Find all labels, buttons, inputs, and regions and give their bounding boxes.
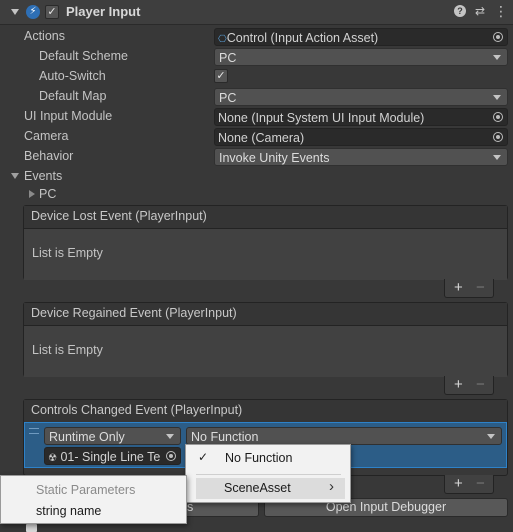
- default-map-dropdown[interactable]: PC: [214, 88, 508, 106]
- presets-icon[interactable]: ⇄: [474, 5, 486, 17]
- component-title: Player Input: [66, 4, 141, 19]
- device-lost-empty: List is Empty: [32, 246, 103, 260]
- foldout-arrow-icon[interactable]: [11, 9, 19, 15]
- object-picker-icon[interactable]: [166, 451, 176, 461]
- scene-object-icon: ☢: [48, 453, 57, 464]
- device-regained-title: Device Regained Event (PlayerInput): [24, 303, 507, 326]
- behavior-label: Behavior: [24, 149, 74, 163]
- scene-asset-submenu: Static Parameters string name: [0, 475, 187, 524]
- actions-value: Control (Input Action Asset): [226, 31, 379, 45]
- object-picker-icon[interactable]: [493, 132, 503, 142]
- device-regained-event: Device Regained Event (PlayerInput) List…: [23, 302, 508, 377]
- camera-label: Camera: [24, 129, 69, 143]
- target-object-field[interactable]: ☢ 01- Single Line Te: [44, 447, 181, 465]
- menu-item-string-name[interactable]: string name: [36, 504, 101, 518]
- component-header: ⚡ ✓ Player Input ? ⇄ ⋮: [0, 0, 513, 25]
- events-foldout-icon[interactable]: [11, 173, 19, 179]
- default-scheme-dropdown[interactable]: PC: [214, 48, 508, 66]
- default-scheme-label: Default Scheme: [39, 49, 128, 63]
- pc-foldout-icon[interactable]: [29, 190, 35, 198]
- static-parameters-header: Static Parameters: [36, 483, 136, 497]
- next-component-checkbox[interactable]: [26, 524, 37, 532]
- device-lost-title: Device Lost Event (PlayerInput): [24, 206, 507, 229]
- object-picker-icon[interactable]: [493, 112, 503, 122]
- chevron-down-icon: [493, 155, 501, 160]
- pc-group-label[interactable]: PC: [39, 184, 56, 204]
- controls-changed-add-remove: + −: [444, 475, 494, 494]
- ui-input-module-value: None (Input System UI Input Module): [218, 111, 425, 125]
- menu-check-icon: ✓: [198, 450, 209, 464]
- actions-field[interactable]: ⎔Control (Input Action Asset): [214, 28, 508, 46]
- chevron-down-icon: [166, 434, 174, 439]
- auto-switch-label: Auto-Switch: [39, 69, 106, 83]
- more-options-icon[interactable]: ⋮: [494, 4, 508, 18]
- default-scheme-value: PC: [219, 51, 237, 65]
- lightning-icon: ⚡: [26, 5, 40, 19]
- ui-input-module-field[interactable]: None (Input System UI Input Module): [214, 108, 508, 126]
- help-icon[interactable]: ?: [454, 5, 466, 17]
- input-asset-icon: ⎔: [218, 34, 227, 45]
- camera-value: None (Camera): [218, 131, 305, 145]
- function-menu: ✓ No Function SceneAsset ›: [185, 444, 351, 503]
- remove-icon: −: [476, 279, 485, 296]
- menu-separator: [196, 474, 341, 475]
- scene-asset-label: SceneAsset: [224, 481, 291, 495]
- device-lost-add-remove: + −: [444, 279, 494, 298]
- default-map-label: Default Map: [39, 89, 107, 103]
- remove-icon: −: [476, 475, 485, 492]
- function-dropdown[interactable]: No Function: [186, 427, 502, 445]
- ui-input-module-label: UI Input Module: [24, 109, 113, 123]
- behavior-value: Invoke Unity Events: [219, 151, 330, 165]
- submenu-arrow-icon: ›: [329, 478, 334, 495]
- behavior-dropdown[interactable]: Invoke Unity Events: [214, 148, 508, 166]
- add-icon[interactable]: +: [454, 279, 463, 296]
- add-icon[interactable]: +: [454, 475, 463, 492]
- device-regained-add-remove: + −: [444, 376, 494, 395]
- chevron-down-icon: [493, 95, 501, 100]
- call-state-dropdown[interactable]: Runtime Only: [44, 427, 181, 445]
- default-map-value: PC: [219, 91, 237, 105]
- auto-switch-checkbox[interactable]: ✓: [214, 69, 228, 83]
- add-icon[interactable]: +: [454, 376, 463, 393]
- menu-item-scene-asset[interactable]: SceneAsset ›: [196, 478, 345, 499]
- chevron-down-icon: [487, 434, 495, 439]
- function-value: No Function: [191, 430, 259, 444]
- drag-handle-icon[interactable]: [29, 428, 39, 434]
- device-regained-empty: List is Empty: [32, 343, 103, 357]
- controls-changed-title: Controls Changed Event (PlayerInput): [24, 400, 507, 423]
- events-label[interactable]: Events: [24, 166, 62, 186]
- device-lost-event: Device Lost Event (PlayerInput) List is …: [23, 205, 508, 280]
- target-object-value: 01- Single Line Te: [60, 450, 161, 464]
- call-state-value: Runtime Only: [49, 430, 125, 444]
- chevron-down-icon: [493, 55, 501, 60]
- actions-label: Actions: [24, 29, 65, 43]
- enabled-checkbox[interactable]: ✓: [45, 5, 59, 19]
- object-picker-icon[interactable]: [493, 32, 503, 42]
- menu-item-no-function[interactable]: No Function: [225, 451, 292, 465]
- remove-icon: −: [476, 376, 485, 393]
- camera-field[interactable]: None (Camera): [214, 128, 508, 146]
